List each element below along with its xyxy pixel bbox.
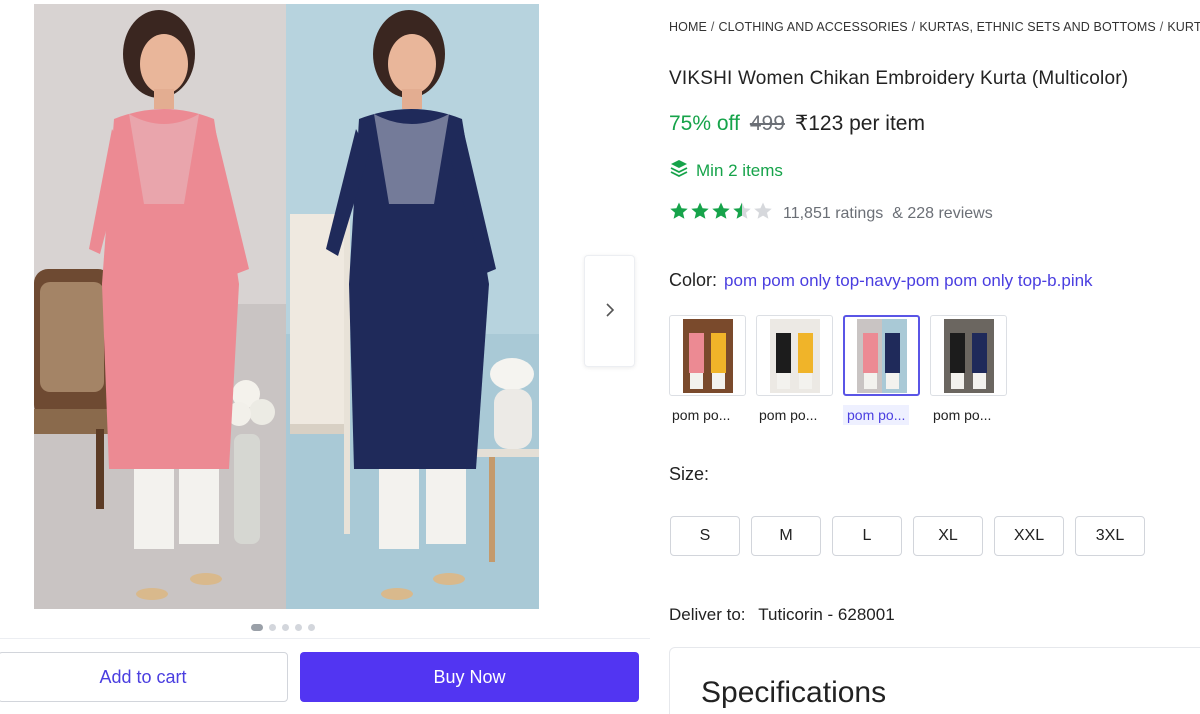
selling-price: ₹123 per item bbox=[794, 112, 925, 135]
color-option-3[interactable]: pom po... bbox=[843, 315, 920, 425]
ratings-row: 11,851 ratings & 228 reviews bbox=[669, 201, 993, 226]
breadcrumb-clothing[interactable]: CLOTHING AND ACCESSORIES bbox=[718, 20, 907, 34]
pagination-dot[interactable] bbox=[282, 624, 289, 631]
specifications-title: Specifications bbox=[701, 676, 887, 709]
color-label: Color: bbox=[669, 270, 718, 290]
size-label: Size: bbox=[669, 464, 710, 484]
layers-icon bbox=[669, 158, 689, 183]
breadcrumb-kurtas-ethnic-sets[interactable]: KURTAS, ETHNIC SETS AND BOTTOMS bbox=[919, 20, 1155, 34]
size-option-l[interactable]: L bbox=[832, 516, 902, 556]
price-row: 75% off 499 ₹123 per item bbox=[669, 111, 925, 136]
delivery-location: Deliver to: Tuticorin - 628001 bbox=[669, 605, 895, 625]
pagination-dot[interactable] bbox=[308, 624, 315, 631]
star-filled-icon bbox=[690, 201, 710, 226]
delivery-pincode[interactable]: Tuticorin - 628001 bbox=[758, 605, 894, 624]
purchase-action-bar: Add to cart Buy Now bbox=[0, 638, 650, 714]
ratings-count[interactable]: 11,851 ratings bbox=[783, 205, 883, 223]
size-option-m[interactable]: M bbox=[751, 516, 821, 556]
pagination-dot[interactable] bbox=[251, 624, 263, 631]
discount-text: 75% off bbox=[669, 112, 740, 135]
color-option-4[interactable]: pom po... bbox=[930, 315, 1007, 425]
min-items-badge: Min 2 items bbox=[669, 158, 783, 183]
color-option-thumbnail bbox=[669, 315, 746, 396]
color-option-name: pom po... bbox=[843, 405, 910, 425]
star-half-icon bbox=[732, 201, 752, 226]
star-filled-icon bbox=[669, 201, 689, 226]
product-details: HOME / CLOTHING AND ACCESSORIES / KURTAS, ET… bbox=[669, 0, 1200, 714]
color-selector-label: Color: pom pom only top-navy-pom pom onl… bbox=[669, 270, 1093, 291]
product-main-image[interactable] bbox=[34, 4, 539, 609]
specifications-card: Specifications bbox=[669, 647, 1200, 714]
color-option-1[interactable]: pom po... bbox=[669, 315, 746, 425]
pagination-dot[interactable] bbox=[295, 624, 302, 631]
size-option-s[interactable]: S bbox=[670, 516, 740, 556]
breadcrumb: HOME / CLOTHING AND ACCESSORIES / KURTAS, ET… bbox=[669, 20, 1200, 34]
next-image-button[interactable] bbox=[584, 255, 635, 367]
star-empty-icon bbox=[753, 201, 773, 226]
min-items-text: Min 2 items bbox=[696, 160, 783, 180]
color-option-thumbnail bbox=[843, 315, 920, 396]
color-swatches: pom po... pom po... pom po... pom po... bbox=[669, 315, 1007, 425]
buy-now-button[interactable]: Buy Now bbox=[300, 652, 639, 702]
color-option-name: pom po... bbox=[672, 407, 731, 423]
original-price: 499 bbox=[749, 112, 785, 135]
reviews-count[interactable]: & 228 reviews bbox=[892, 205, 993, 223]
breadcrumb-separator: / bbox=[1159, 20, 1164, 34]
breadcrumb-home[interactable]: HOME bbox=[669, 20, 707, 34]
color-option-thumbnail bbox=[756, 315, 833, 396]
add-to-cart-button[interactable]: Add to cart bbox=[0, 652, 288, 702]
star-filled-icon bbox=[711, 201, 731, 226]
size-option-xxl[interactable]: XXL bbox=[994, 516, 1064, 556]
star-rating bbox=[669, 201, 773, 226]
breadcrumb-separator: / bbox=[911, 20, 916, 34]
size-option-xl[interactable]: XL bbox=[913, 516, 983, 556]
color-option-name: pom po... bbox=[933, 407, 992, 423]
product-gallery: Add to cart Buy Now bbox=[0, 0, 650, 714]
selected-color-value: pom pom only top-navy-pom pom only top-b… bbox=[724, 271, 1093, 290]
size-option-3xl[interactable]: 3XL bbox=[1075, 516, 1145, 556]
color-option-name: pom po... bbox=[759, 407, 818, 423]
breadcrumb-separator: / bbox=[710, 20, 715, 34]
color-option-2[interactable]: pom po... bbox=[756, 315, 833, 425]
color-option-thumbnail bbox=[930, 315, 1007, 396]
chevron-right-icon bbox=[604, 298, 616, 324]
size-options: S M L XL XXL 3XL bbox=[670, 516, 1145, 556]
gallery-pagination bbox=[251, 624, 315, 631]
pagination-dot[interactable] bbox=[269, 624, 276, 631]
breadcrumb-kurta[interactable]: KURTA bbox=[1167, 20, 1200, 34]
deliver-to-label: Deliver to: bbox=[669, 605, 746, 624]
product-title: VIKSHI Women Chikan Embroidery Kurta (Mu… bbox=[669, 68, 1129, 89]
